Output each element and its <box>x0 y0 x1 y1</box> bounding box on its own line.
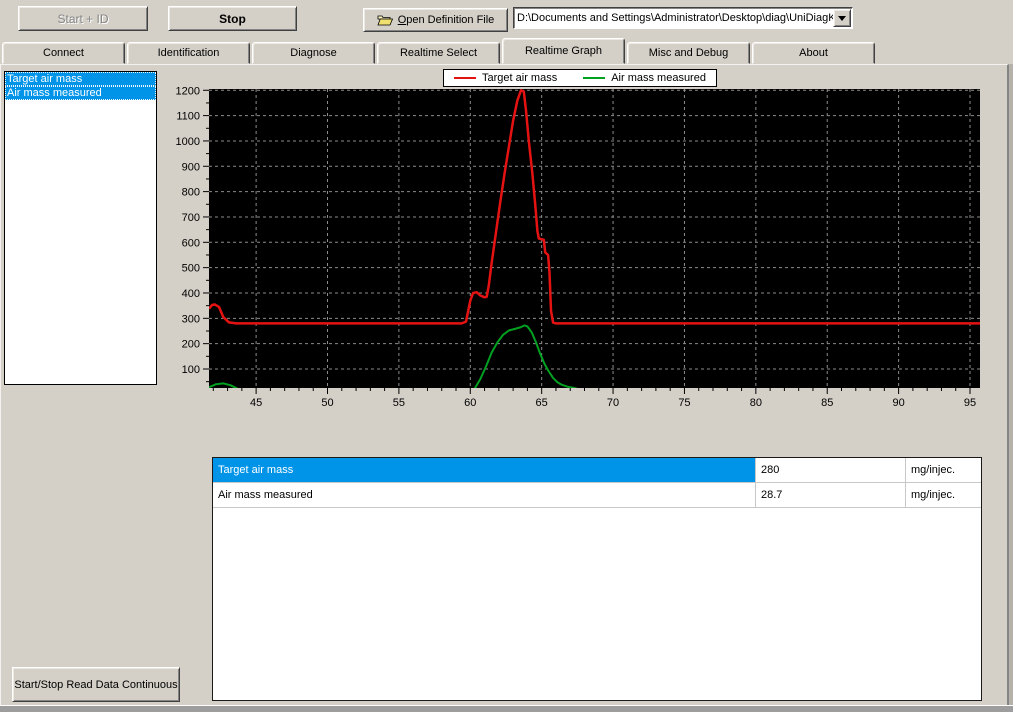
svg-text:800: 800 <box>182 187 200 199</box>
svg-text:900: 900 <box>182 161 200 173</box>
table-cell-val: 28.7 <box>756 483 906 507</box>
chevron-down-icon <box>838 15 846 21</box>
values-table: Target air mass 280 mg/injec. Air mass meas… <box>212 457 982 701</box>
open-definition-file-button[interactable]: Open Definition File <box>363 8 508 32</box>
legend-line-green <box>583 77 606 79</box>
open-definition-file-label: Open Definition File <box>397 14 495 26</box>
svg-text:95: 95 <box>964 397 976 409</box>
svg-text:90: 90 <box>892 397 904 409</box>
app-window: Start + ID Stop Open Definition File D:\… <box>0 0 1013 712</box>
svg-text:80: 80 <box>750 397 762 409</box>
realtime-chart: 100 200 300 400 500 600 700 800 900 1000 1100 1200 4… <box>170 80 1010 412</box>
svg-text:300: 300 <box>182 313 200 325</box>
svg-text:1000: 1000 <box>176 136 200 148</box>
svg-text:45: 45 <box>250 397 262 409</box>
start-stop-read-data-continuous-button[interactable]: Start/Stop Read Data Continuous <box>12 667 180 702</box>
svg-text:50: 50 <box>321 397 333 409</box>
legend-line-red <box>454 77 476 79</box>
tab-realtime-select[interactable]: Realtime Select <box>377 42 500 64</box>
tab-connect[interactable]: Connect <box>2 42 125 64</box>
svg-text:1100: 1100 <box>176 111 200 123</box>
svg-text:700: 700 <box>182 212 200 224</box>
tab-misc-and-debug[interactable]: Misc and Debug <box>627 42 750 64</box>
chart-svg: 100 200 300 400 500 600 700 800 900 1000 1100 1200 4… <box>176 85 980 409</box>
signal-listbox[interactable]: Target air mass Air mass measured <box>4 71 157 385</box>
definition-file-path: D:\Documents and Settings\Administrator\… <box>517 12 833 24</box>
combobox-dropdown-button[interactable] <box>833 9 851 27</box>
table-row[interactable]: Target air mass 280 mg/injec. <box>213 458 981 483</box>
signal-list-item[interactable]: Target air mass <box>5 72 156 86</box>
table-cell-unit: mg/injec. <box>911 489 956 501</box>
svg-text:200: 200 <box>182 339 200 351</box>
svg-text:600: 600 <box>182 237 200 249</box>
svg-text:85: 85 <box>821 397 833 409</box>
tab-bar: Connect Identification Diagnose Realtime Se… <box>2 38 1013 64</box>
tab-realtime-graph[interactable]: Realtime Graph <box>502 38 625 64</box>
svg-text:100: 100 <box>182 364 200 376</box>
start-id-button[interactable]: Start + ID <box>18 6 148 31</box>
stop-button[interactable]: Stop <box>168 6 297 31</box>
table-cell-val: 280 <box>756 458 906 482</box>
tab-about[interactable]: About <box>752 42 875 64</box>
svg-text:60: 60 <box>464 397 476 409</box>
svg-text:1200: 1200 <box>176 85 200 97</box>
plot-area <box>209 89 980 388</box>
table-cell-unit: mg/injec. <box>911 464 956 476</box>
table-cell-name: Target air mass <box>213 458 756 482</box>
open-folder-icon <box>377 15 393 26</box>
svg-text:75: 75 <box>678 397 690 409</box>
signal-list-item[interactable]: Air mass measured <box>5 86 156 100</box>
svg-text:65: 65 <box>536 397 548 409</box>
table-row[interactable]: Air mass measured 28.7 mg/injec. <box>213 483 981 508</box>
definition-file-combobox[interactable]: D:\Documents and Settings\Administrator\… <box>513 7 853 29</box>
svg-text:70: 70 <box>607 397 619 409</box>
svg-text:400: 400 <box>182 288 200 300</box>
window-bottom-edge <box>0 705 1013 712</box>
tab-identification[interactable]: Identification <box>127 42 250 64</box>
svg-text:55: 55 <box>393 397 405 409</box>
table-cell-name: Air mass measured <box>213 483 756 507</box>
svg-text:500: 500 <box>182 263 200 275</box>
tab-diagnose[interactable]: Diagnose <box>252 42 375 64</box>
